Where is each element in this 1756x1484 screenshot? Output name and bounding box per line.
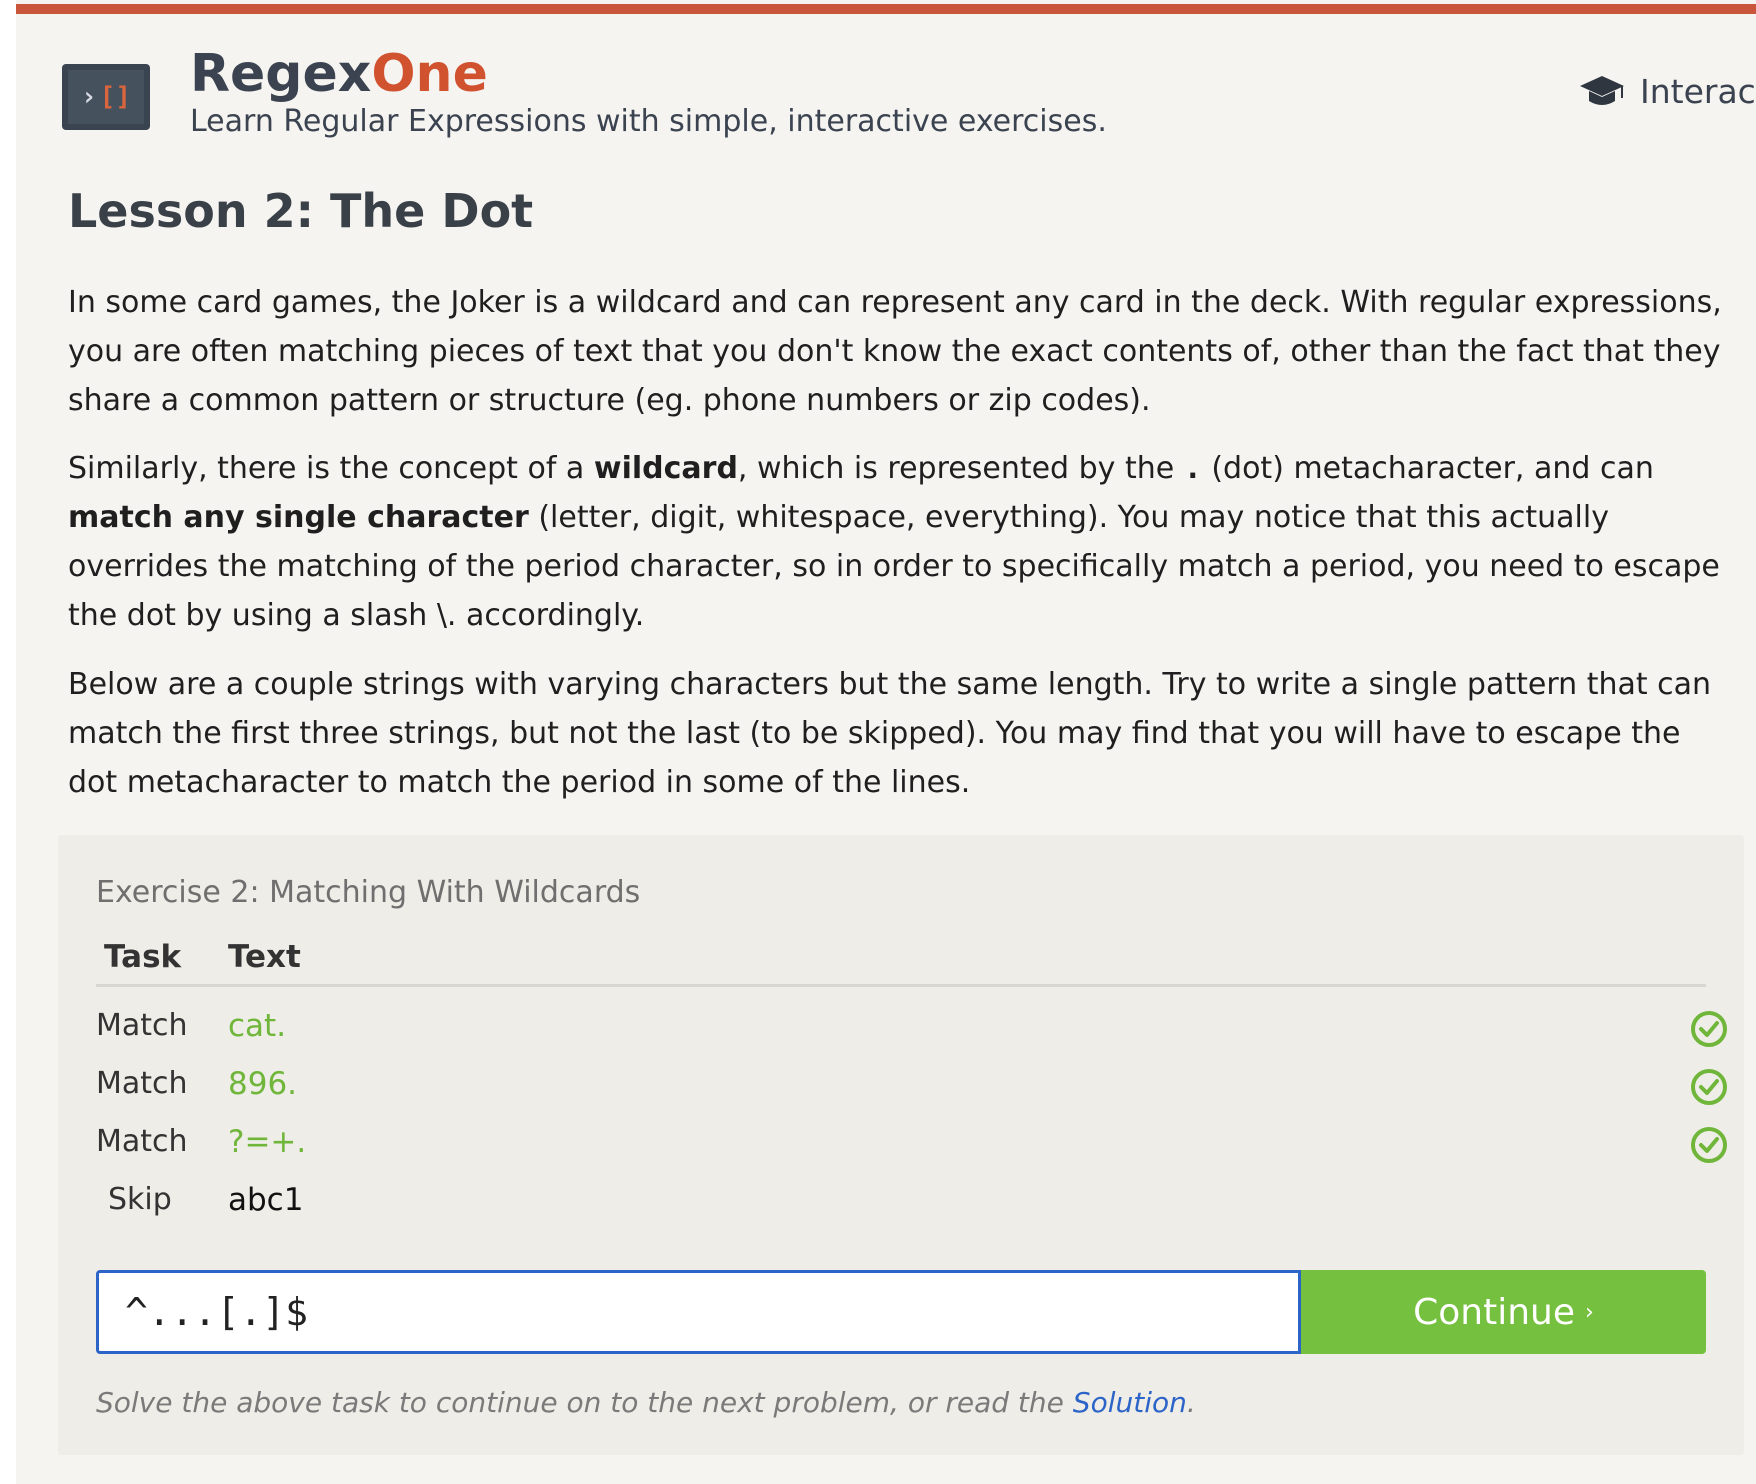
- p2-bold-match-any: match any single character: [68, 500, 529, 535]
- chevron-right-icon: ›: [1585, 1299, 1594, 1325]
- p2-dot-char: .: [1183, 451, 1202, 486]
- table-row: Match ?=+.: [96, 1117, 1727, 1167]
- lesson-title: Lesson 2: The Dot: [68, 184, 534, 238]
- logo-brackets-glyph: []: [99, 82, 131, 112]
- row-task: Skip: [108, 1182, 172, 1217]
- exercise-title: Exercise 2: Matching With Wildcards: [96, 875, 641, 910]
- regex-input[interactable]: [96, 1270, 1301, 1354]
- table-row: Match cat.: [96, 1001, 1727, 1051]
- lesson-paragraph-1: In some card games, the Joker is a wildc…: [68, 285, 1722, 418]
- site-header: › [] RegexOne Learn Regular Expressions …: [16, 0, 1756, 170]
- brand-name-one: One: [371, 44, 488, 104]
- check-circle-icon: [1691, 1127, 1727, 1163]
- brand-tagline: Learn Regular Expressions with simple, i…: [190, 104, 1107, 139]
- brand-name-regex: Regex: [190, 44, 372, 104]
- logo-glyphs: › []: [68, 70, 144, 124]
- row-task: Match: [96, 1124, 188, 1159]
- note-text: Solve the above task to continue on to t…: [96, 1386, 1073, 1419]
- logo-prompt-glyph: ›: [81, 82, 97, 112]
- continue-button[interactable]: Continue ›: [1301, 1270, 1706, 1354]
- row-text: 896.: [228, 1066, 298, 1102]
- lesson-paragraph-3: Below are a couple strings with varying …: [68, 667, 1712, 800]
- exercise-footer-note: Solve the above task to continue on to t…: [96, 1383, 1196, 1423]
- row-task: Match: [96, 1008, 188, 1043]
- p2-bold-wildcard: wildcard: [593, 451, 738, 486]
- brand-title[interactable]: RegexOne: [190, 44, 488, 104]
- row-task: Match: [96, 1066, 188, 1101]
- answer-bar: Continue ›: [96, 1270, 1706, 1354]
- column-header-task: Task: [104, 939, 182, 975]
- lesson-paragraph-2: Similarly, there is the concept of a wil…: [68, 444, 1728, 640]
- header-nav-label: Interac: [1640, 72, 1756, 111]
- continue-label: Continue: [1413, 1291, 1576, 1333]
- column-header-text: Text: [228, 939, 301, 975]
- row-text: abc1: [228, 1182, 304, 1218]
- solution-link[interactable]: Solution: [1073, 1386, 1187, 1419]
- table-row: Skip abc1: [96, 1175, 1706, 1225]
- table-row: Match 896.: [96, 1059, 1727, 1109]
- row-text: ?=+.: [228, 1124, 307, 1160]
- note-end: .: [1186, 1386, 1196, 1419]
- page: › [] RegexOne Learn Regular Expressions …: [16, 0, 1756, 1484]
- regexone-logo[interactable]: › []: [62, 64, 150, 130]
- check-circle-icon: [1691, 1069, 1727, 1105]
- p2-text-e: (dot) metacharacter, and can: [1201, 451, 1654, 486]
- interactive-tutorial-link[interactable]: Interac: [1578, 72, 1756, 112]
- p2-text-c: , which is represented by the: [737, 451, 1184, 486]
- exercise-panel: Exercise 2: Matching With Wildcards Task…: [58, 835, 1744, 1455]
- table-header-divider: [96, 984, 1706, 987]
- row-text: cat.: [228, 1008, 287, 1044]
- graduation-cap-icon: [1580, 76, 1624, 105]
- check-circle-icon: [1691, 1011, 1727, 1047]
- lesson-content: Lesson 2: The Dot In some card games, th…: [68, 180, 1728, 800]
- p2-text-a: Similarly, there is the concept of a: [68, 451, 594, 486]
